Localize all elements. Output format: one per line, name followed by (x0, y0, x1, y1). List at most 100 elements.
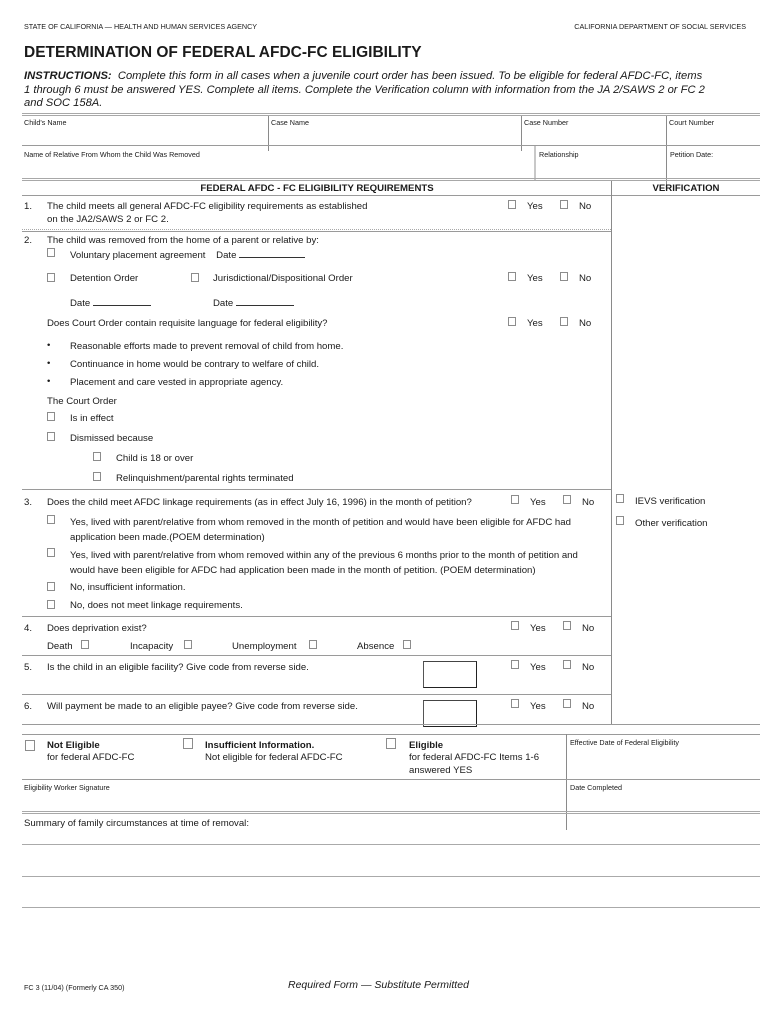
no-label: No (582, 497, 595, 508)
ievs-verification-checkbox[interactable] (616, 494, 624, 503)
case-number-label: Case Number (524, 118, 569, 127)
dismissed-checkbox[interactable] (47, 432, 55, 441)
linkage-option-1-checkbox[interactable] (47, 515, 55, 524)
in-effect-checkbox[interactable] (47, 412, 55, 421)
relinquishment-checkbox[interactable] (93, 472, 101, 481)
jurisdictional-date-row: Date (213, 296, 294, 309)
no-label: No (582, 701, 595, 712)
date-completed-field[interactable]: Date Completed (567, 780, 760, 810)
yes-label: Yes (527, 318, 543, 329)
worker-signature-label: Eligibility Worker Signature (24, 783, 110, 792)
absence-checkbox[interactable] (403, 640, 411, 649)
divider (22, 195, 760, 196)
detention-order-checkbox[interactable] (47, 273, 55, 282)
death-label: Death (47, 641, 73, 652)
item-5-no-checkbox[interactable] (563, 660, 571, 669)
divider (22, 811, 760, 814)
linkage-option-2-line-1: Yes, lived with parent/relative from who… (70, 550, 578, 561)
eligible-subtitle-line-2: answered YES (409, 764, 473, 776)
linkage-option-3-checkbox[interactable] (47, 582, 55, 591)
detention-order-label: Detention Order (70, 273, 139, 284)
no-label: No (582, 623, 595, 634)
linkage-option-1-line-2: application been made.(POEM determinatio… (70, 532, 265, 543)
linkage-option-1-line-1: Yes, lived with parent/relative from who… (70, 517, 571, 528)
bullet-icon: • (47, 340, 51, 351)
no-label: No (579, 318, 592, 329)
eligible-subtitle: for federal AFDC-FC Items 1-6 answered Y… (409, 752, 539, 777)
item-3-no-checkbox[interactable] (563, 495, 571, 504)
instructions-line-3: and SOC 158A. (24, 97, 103, 109)
detention-date-field[interactable] (92, 296, 151, 306)
item-2-order-no-checkbox[interactable] (560, 272, 568, 281)
dismissed-label: Dismissed because (70, 433, 154, 444)
age-18-label: Child is 18 or over (116, 453, 194, 464)
linkage-option-4-checkbox[interactable] (47, 600, 55, 609)
not-eligible-title: Not Eligible (47, 740, 100, 751)
payee-code-input[interactable] (423, 700, 477, 727)
page-title: DETERMINATION OF FEDERAL AFDC-FC ELIGIBI… (24, 44, 422, 61)
item-2-text: The child was removed from the home of a… (47, 235, 319, 246)
jurisdictional-order-checkbox[interactable] (191, 273, 199, 282)
relative-name-field[interactable]: Name of Relative From Whom the Child Was… (22, 147, 532, 182)
voluntary-date-field[interactable] (239, 248, 306, 258)
item-5-text: Is the child in an eligible facility? Gi… (47, 662, 309, 673)
court-language-question: Does Court Order contain requisite langu… (47, 318, 328, 329)
incapacity-checkbox[interactable] (184, 640, 192, 649)
death-checkbox[interactable] (81, 640, 89, 649)
court-number-label: Court Number (669, 118, 715, 127)
item-5-yes-checkbox[interactable] (511, 660, 519, 669)
linkage-option-1: Yes, lived with parent/relative from who… (70, 515, 571, 545)
worker-signature-field[interactable]: Eligibility Worker Signature (22, 780, 565, 810)
bullet-item: Placement and care vested in appropriate… (70, 377, 284, 388)
in-effect-label: Is in effect (70, 413, 114, 424)
divider (22, 229, 611, 230)
item-1-yes-checkbox[interactable] (508, 200, 516, 209)
linkage-option-2: Yes, lived with parent/relative from who… (70, 548, 578, 578)
insufficient-information-subtitle: Not eligible for federal AFDC-FC (205, 752, 343, 763)
jurisdictional-date-field[interactable] (235, 296, 294, 306)
age-18-checkbox[interactable] (93, 452, 101, 461)
linkage-option-2-checkbox[interactable] (47, 548, 55, 557)
yes-label: Yes (530, 662, 546, 673)
item-3-number: 3. (24, 497, 33, 508)
divider (22, 178, 760, 181)
item-1-no-checkbox[interactable] (560, 200, 568, 209)
other-verification-checkbox[interactable] (616, 516, 624, 525)
item-4-yes-checkbox[interactable] (511, 621, 519, 630)
effective-date-field[interactable]: Effective Date of Federal Eligibility (567, 735, 760, 779)
agency-left: STATE OF CALIFORNIA — HEALTH AND HUMAN S… (24, 22, 258, 31)
requirements-header: FEDERAL AFDC - FC ELIGIBILITY REQUIREMEN… (200, 183, 434, 194)
divider (22, 489, 611, 490)
eligible-checkbox[interactable] (386, 738, 396, 749)
voluntary-placement-checkbox[interactable] (47, 248, 55, 257)
item-4-text: Does deprivation exist? (47, 623, 147, 634)
summary-textarea[interactable] (22, 830, 760, 910)
item-3-yes-checkbox[interactable] (511, 495, 519, 504)
not-eligible-checkbox[interactable] (25, 740, 35, 751)
yes-label: Yes (530, 701, 546, 712)
insufficient-information-checkbox[interactable] (183, 738, 193, 749)
item-2-order-yes-checkbox[interactable] (508, 272, 516, 281)
item-6-no-checkbox[interactable] (563, 699, 571, 708)
relationship-field[interactable]: Relationship (537, 147, 665, 182)
item-1-text: The child meets all general AFDC-FC elig… (47, 201, 367, 226)
unemployment-checkbox[interactable] (309, 640, 317, 649)
court-language-yes-checkbox[interactable] (508, 317, 516, 326)
not-eligible-subtitle: for federal AFDC-FC (47, 752, 135, 763)
voluntary-placement-label: Voluntary placement agreement (70, 250, 206, 261)
item-3-text: Does the child meet AFDC linkage require… (47, 497, 472, 508)
verification-column-divider (611, 181, 612, 724)
instructions-line-1: Complete this form in all cases when a j… (117, 70, 703, 82)
item-6-number: 6. (24, 701, 33, 712)
court-language-no-checkbox[interactable] (560, 317, 568, 326)
agency-right: CALIFORNIA DEPARTMENT OF SOCIAL SERVICES (574, 22, 746, 31)
item-5-number: 5. (24, 662, 33, 673)
item-4-no-checkbox[interactable] (563, 621, 571, 630)
bullet-item: Continuance in home would be contrary to… (70, 359, 320, 370)
petition-date-field[interactable]: Petition Date: (667, 147, 760, 182)
ievs-verification-label: IEVS verification (635, 496, 706, 507)
item-6-yes-checkbox[interactable] (511, 699, 519, 708)
facility-code-input[interactable] (423, 661, 477, 688)
linkage-option-3-label: No, insufficient information. (70, 582, 186, 593)
yes-label: Yes (527, 273, 543, 284)
